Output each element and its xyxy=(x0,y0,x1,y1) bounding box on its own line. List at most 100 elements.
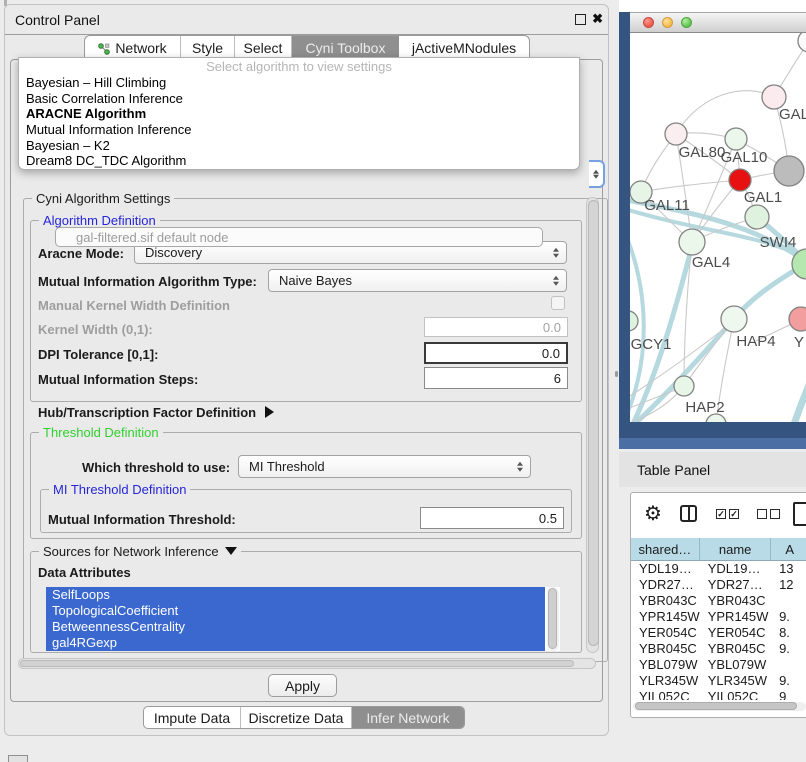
attribute-item-gal4rgexp[interactable]: gal4RGexp xyxy=(46,635,545,651)
deselect-all-icon[interactable] xyxy=(770,509,780,519)
network-node-gcy1[interactable] xyxy=(630,311,638,331)
network-node-gal80[interactable] xyxy=(665,123,687,145)
zoom-traffic-light-icon[interactable] xyxy=(681,17,692,28)
minimize-traffic-light-icon[interactable] xyxy=(662,17,673,28)
hub-definition-label: Hub/Transcription Factor Definition xyxy=(38,405,256,420)
table-row[interactable]: YDR27…YDR27…12 xyxy=(631,577,806,593)
table-selector-combo[interactable]: gal-filtered.sif default node xyxy=(55,227,543,247)
dpi-tolerance-field[interactable]: 0.0 xyxy=(424,342,568,364)
column-header-a[interactable]: A xyxy=(771,538,806,560)
column-header-name[interactable]: name xyxy=(700,538,772,560)
mi-threshold-label: Mutual Information Threshold: xyxy=(48,512,236,527)
table-row[interactable]: YER054CYER054C8. xyxy=(631,625,806,641)
panel-resize-handle[interactable] xyxy=(615,371,618,377)
network-node[interactable] xyxy=(798,33,806,52)
sources-group-title[interactable]: Sources for Network Inference xyxy=(39,544,241,559)
corner-button[interactable] xyxy=(8,755,28,762)
mode-tab-infer-network[interactable]: Infer Network xyxy=(352,707,464,728)
table-header-row[interactable]: shared…nameA xyxy=(631,538,806,561)
which-threshold-combo[interactable]: MI Threshold xyxy=(238,455,531,478)
table-cell: 9 xyxy=(771,689,806,700)
network-node-y[interactable] xyxy=(789,307,806,331)
algorithm-option-aracne-algorithm[interactable]: ARACNE Algorithm xyxy=(19,106,579,122)
tab-label: Network xyxy=(115,40,166,56)
network-edge[interactable] xyxy=(641,180,740,192)
settings-horizontal-scrollbar[interactable] xyxy=(18,658,596,669)
table-selector-value: gal-filtered.sif default node xyxy=(76,230,228,245)
table-row[interactable]: YBR043CYBR043C xyxy=(631,593,806,609)
network-edge[interactable] xyxy=(676,91,774,134)
network-node-swi4[interactable] xyxy=(745,205,769,229)
table-row[interactable]: YDL19…YDL19…13 xyxy=(631,561,806,577)
data-attributes-label: Data Attributes xyxy=(38,565,131,580)
node-label: GAL11 xyxy=(644,197,690,214)
hub-definition-expander[interactable]: Hub/Transcription Factor Definition xyxy=(38,405,274,420)
close-icon[interactable]: ✖ xyxy=(592,11,603,27)
mi-steps-field[interactable]: 6 xyxy=(424,367,568,389)
network-node-hap4[interactable] xyxy=(721,306,747,332)
table-row[interactable]: YPR145WYPR145W9. xyxy=(631,609,806,625)
mi-threshold-field[interactable]: 0.5 xyxy=(420,507,564,529)
attribute-item-topologicalcoefficient[interactable]: TopologicalCoefficient xyxy=(46,603,545,619)
split-panel-icon[interactable] xyxy=(680,505,697,522)
attribute-item-betweennesscentrality[interactable]: BetweennessCentrality xyxy=(46,619,545,635)
network-edge-thick[interactable] xyxy=(780,369,806,422)
kernel-width-field[interactable]: 0.0 xyxy=(424,317,568,337)
table-row[interactable]: YBL079WYBL079W xyxy=(631,657,806,673)
document-icon[interactable] xyxy=(793,502,806,526)
mi-type-combo[interactable]: Naive Bayes xyxy=(268,269,567,292)
select-all-icon[interactable]: ✓ xyxy=(729,509,739,519)
column-header-shared[interactable]: shared… xyxy=(631,538,700,560)
attributes-list-scrollbar[interactable] xyxy=(547,587,559,651)
which-threshold-value: MI Threshold xyxy=(249,459,325,474)
table-rows: YDL19…YDL19…13YDR27…YDR27…12YBR043CYBR04… xyxy=(631,561,806,700)
algorithm-dropdown-popup: Select algorithm to view settings Bayesi… xyxy=(18,57,580,170)
network-graph[interactable]: GALGAL80GAL10GAL1GAL11SWI4GAL4GCY1HAP4YH… xyxy=(630,33,806,422)
network-frame-bottom xyxy=(619,438,806,449)
algorithm-option-bayesian-hill-climbing[interactable]: Bayesian – Hill Climbing xyxy=(19,75,579,91)
table-cell: YIL052C xyxy=(700,689,771,700)
attribute-item-selfloops[interactable]: SelfLoops xyxy=(46,587,545,603)
algorithm-option-dream8-dc-tdc-algorithm[interactable]: Dream8 DC_TDC Algorithm xyxy=(19,153,579,169)
deselect-all-icon[interactable] xyxy=(757,509,767,519)
table-cell: YBR043C xyxy=(631,593,700,609)
algorithm-option-basic-correlation-inference[interactable]: Basic Correlation Inference xyxy=(19,91,579,107)
float-window-icon[interactable] xyxy=(575,14,586,25)
cyni-mode-tabs: Impute DataDiscretize DataInfer Network xyxy=(143,706,465,729)
network-desktop-top xyxy=(619,0,806,12)
network-node-hap2[interactable] xyxy=(674,376,694,396)
table-row[interactable]: YIL052CYIL052C9 xyxy=(631,689,806,700)
table-row[interactable]: YLR345WYLR345W9. xyxy=(631,673,806,689)
table-panel-title: Table Panel xyxy=(637,462,710,478)
manual-kernel-checkbox[interactable] xyxy=(551,296,565,310)
algorithm-definition-title: Algorithm Definition xyxy=(39,213,160,228)
settings-vertical-scrollbar[interactable] xyxy=(586,197,599,653)
mi-threshold-value: 0.5 xyxy=(539,511,557,526)
mode-tab-impute-data[interactable]: Impute Data xyxy=(144,707,241,728)
sources-title-text: Sources for Network Inference xyxy=(43,544,219,559)
algorithm-combo-fragment[interactable] xyxy=(589,160,605,188)
tab-label: Cyni Toolbox xyxy=(306,40,386,56)
table-horizontal-scrollbar[interactable] xyxy=(633,702,806,711)
close-traffic-light-icon[interactable] xyxy=(643,17,654,28)
network-window-titlebar[interactable] xyxy=(630,12,806,33)
network-node-gal10[interactable] xyxy=(725,128,747,150)
mode-tab-discretize-data[interactable]: Discretize Data xyxy=(241,707,352,728)
network-node[interactable] xyxy=(774,156,804,186)
apply-button[interactable]: Apply xyxy=(268,674,337,697)
node-label: GAL10 xyxy=(721,149,768,166)
network-view-canvas[interactable]: GALGAL80GAL10GAL1GAL11SWI4GAL4GCY1HAP4YH… xyxy=(630,33,806,422)
gear-icon[interactable]: ⚙ xyxy=(644,501,662,526)
mi-steps-label: Mutual Information Steps: xyxy=(38,372,198,387)
dropdown-prompt: Select algorithm to view settings xyxy=(19,58,579,75)
network-node-gal4[interactable] xyxy=(679,229,705,255)
data-attributes-list[interactable]: SelfLoopsTopologicalCoefficientBetweenne… xyxy=(46,587,560,651)
algorithm-option-bayesian-k2[interactable]: Bayesian – K2 xyxy=(19,138,579,154)
kernel-width-label: Kernel Width (0,1): xyxy=(38,322,153,337)
node-label: Y xyxy=(794,334,804,351)
table-row[interactable]: YBR045CYBR045C9. xyxy=(631,641,806,657)
algorithm-option-mutual-information-inference[interactable]: Mutual Information Inference xyxy=(19,122,579,138)
table-cell: 12 xyxy=(771,577,806,593)
network-node-gal1[interactable] xyxy=(729,169,751,191)
select-all-icon[interactable]: ✓ xyxy=(716,509,726,519)
